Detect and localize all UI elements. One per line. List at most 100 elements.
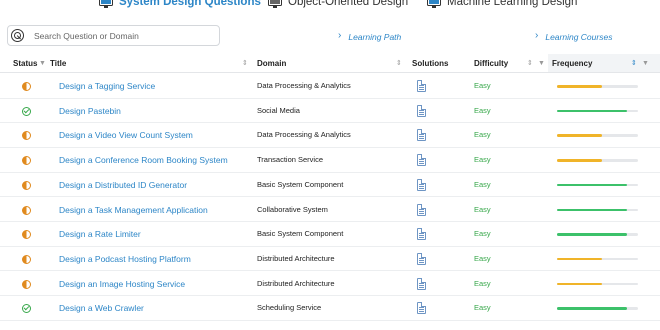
solution-document-icon[interactable] [417, 277, 426, 290]
question-domain: Social Media [257, 105, 300, 115]
difficulty-label: Easy [474, 105, 491, 115]
frequency-bar [557, 282, 638, 286]
frequency-bar [557, 109, 638, 113]
question-title-link[interactable]: Design a Tagging Service [59, 74, 155, 98]
tab-machine-learning-design[interactable]: Machine Learning Design [427, 0, 577, 8]
search-icon [11, 29, 24, 42]
difficulty-label: Easy [474, 155, 491, 165]
column-header-domain[interactable]: Domain [257, 54, 286, 73]
question-title-link[interactable]: Design an Image Hosting Service [59, 272, 185, 296]
frequency-bar-fill [557, 85, 602, 88]
table-header: Status ▼ Title ⇕ Domain ⇕ Solutions Diff… [0, 54, 660, 73]
column-header-title[interactable]: Title [50, 54, 66, 73]
difficulty-label: Easy [474, 179, 491, 189]
learning-path-link[interactable]: › Learning Path [338, 30, 402, 42]
learning-courses-link[interactable]: › Learning Courses [535, 30, 612, 42]
solution-document-icon[interactable] [417, 203, 426, 216]
column-header-difficulty[interactable]: Difficulty [474, 54, 508, 73]
table-row[interactable]: Design Pastebin Social Media Easy [0, 99, 660, 124]
question-domain: Collaborative System [257, 204, 328, 214]
difficulty-label: Easy [474, 253, 491, 263]
frequency-bar [557, 208, 638, 211]
search-box[interactable] [7, 25, 220, 46]
question-title-link[interactable]: Design a Podcast Hosting Platform [59, 247, 191, 271]
sort-icon[interactable]: ⇕ [396, 60, 402, 67]
frequency-bar-fill [557, 282, 602, 286]
chevron-right-icon: › [535, 30, 539, 41]
table-row[interactable]: Design a Rate Limiter Basic System Compon… [0, 222, 660, 247]
frequency-bar [557, 159, 638, 162]
question-title-link[interactable]: Design a Rate Limiter [59, 222, 141, 246]
solution-document-icon[interactable] [417, 302, 426, 315]
in-progress-status-icon [22, 254, 31, 264]
difficulty-label: Easy [474, 204, 491, 214]
in-progress-status-icon [22, 82, 31, 91]
difficulty-label: Easy [474, 229, 491, 239]
tab-object-oriented-design[interactable]: Object-Oriented Design [268, 0, 408, 8]
tab-label: System Design Questions [119, 0, 261, 8]
completed-status-icon [22, 304, 31, 314]
solution-document-icon[interactable] [417, 104, 426, 117]
monitor-icon [99, 0, 113, 8]
solution-document-icon[interactable] [417, 80, 426, 92]
tab-system-design[interactable]: System Design Questions [99, 0, 261, 8]
in-progress-status-icon [22, 205, 31, 215]
frequency-bar-fill [557, 159, 602, 162]
solution-document-icon[interactable] [417, 228, 426, 241]
in-progress-status-icon [22, 156, 31, 166]
frequency-bar [557, 307, 638, 310]
sort-icon[interactable]: ⇕ [242, 60, 248, 67]
frequency-bar [557, 233, 638, 236]
filter-icon[interactable]: ▼ [39, 60, 46, 67]
sort-icon[interactable]: ⇕ [527, 60, 533, 67]
table-row[interactable]: Design an Image Hosting Service Distribut… [0, 272, 660, 297]
frequency-bar-fill [557, 109, 627, 113]
frequency-bar-fill [557, 208, 627, 211]
in-progress-status-icon [22, 279, 31, 289]
difficulty-label: Easy [474, 130, 491, 140]
filter-icon[interactable]: ▼ [538, 60, 545, 67]
filter-icon[interactable]: ▼ [642, 60, 649, 67]
in-progress-status-icon [22, 180, 31, 190]
table-row[interactable]: Design a Conference Room Booking System T… [0, 148, 660, 173]
table-row[interactable]: Design a Podcast Hosting Platform Distrib… [0, 247, 660, 272]
frequency-bar-fill [557, 257, 602, 261]
question-title-link[interactable]: Design a Conference Room Booking System [59, 148, 228, 172]
table-row[interactable]: Design a Video View Count System Data Pro… [0, 123, 660, 148]
in-progress-status-icon [22, 230, 31, 240]
question-domain: Transaction Service [257, 155, 323, 165]
solution-document-icon[interactable] [417, 129, 426, 142]
difficulty-label: Easy [474, 81, 491, 90]
design-category-tabs: System Design Questions Object-Oriented … [0, 0, 660, 12]
frequency-bar-fill [557, 307, 627, 310]
sort-desc-icon[interactable]: ⇕ [631, 60, 637, 67]
question-domain: Scheduling Service [257, 303, 322, 313]
question-title-link[interactable]: Design a Web Crawler [59, 296, 144, 320]
chevron-right-icon: › [338, 30, 342, 41]
frequency-bar-fill [557, 134, 602, 137]
learning-path-label: Learning Path [348, 31, 402, 42]
column-header-status[interactable]: Status [13, 54, 37, 73]
question-domain: Distributed Architecture [257, 253, 335, 263]
question-title-link[interactable]: Design a Task Management Application [59, 198, 208, 222]
question-title-link[interactable]: Design Pastebin [59, 99, 121, 123]
solution-document-icon[interactable] [417, 154, 426, 167]
solution-document-icon[interactable] [417, 178, 426, 191]
column-header-frequency[interactable]: Frequency [552, 54, 592, 73]
table-row[interactable]: Design a Task Management Application Coll… [0, 198, 660, 223]
table-row[interactable]: Design a Tagging Service Data Processing … [0, 74, 660, 99]
frequency-bar [557, 134, 638, 137]
table-row[interactable]: Design a Web Crawler Scheduling Service Ea… [0, 296, 660, 321]
frequency-bar-fill [557, 233, 627, 236]
question-title-link[interactable]: Design a Video View Count System [59, 123, 193, 147]
search-input[interactable] [34, 30, 214, 41]
table-row[interactable]: Design a Distributed ID Generator Basic S… [0, 173, 660, 198]
difficulty-label: Easy [474, 303, 491, 313]
frequency-bar [557, 257, 638, 261]
solution-document-icon[interactable] [417, 252, 426, 265]
monitor-icon [268, 0, 282, 8]
tab-label: Machine Learning Design [447, 0, 578, 8]
difficulty-label: Easy [474, 278, 491, 288]
question-title-link[interactable]: Design a Distributed ID Generator [59, 173, 187, 197]
frequency-bar [557, 183, 638, 187]
